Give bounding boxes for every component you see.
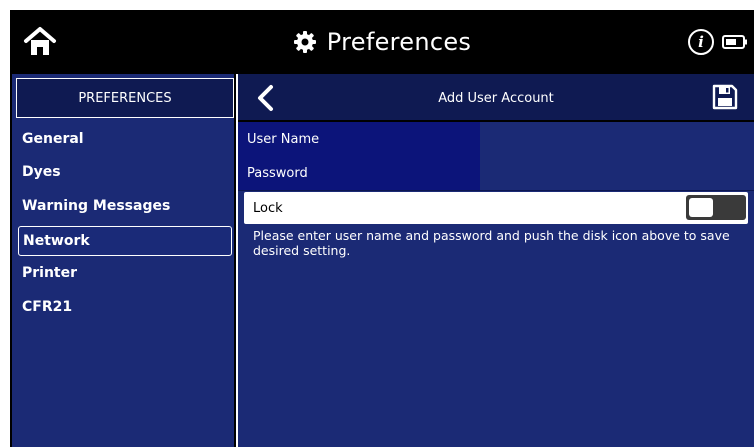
- page-title: Preferences: [326, 28, 472, 56]
- panel-title: Add User Account: [438, 90, 554, 106]
- user-name-row: User Name: [238, 122, 754, 157]
- user-name-label: User Name: [238, 122, 480, 156]
- floppy-disk-icon[interactable]: [712, 84, 738, 110]
- toggle-knob: [689, 198, 713, 217]
- sidebar-item-network[interactable]: Network: [18, 226, 232, 256]
- password-label: Password: [238, 156, 480, 190]
- panel-header: Add User Account: [238, 74, 754, 122]
- user-name-input[interactable]: [480, 122, 754, 156]
- sidebar-item-printer[interactable]: Printer: [18, 258, 232, 288]
- password-row: Password: [238, 156, 754, 191]
- battery-icon: [722, 35, 747, 49]
- sidebar-item-cfr21[interactable]: CFR21: [18, 292, 232, 322]
- lock-row: Lock: [244, 192, 748, 224]
- page-header: Preferences: [10, 10, 754, 74]
- sidebar-item-dyes[interactable]: Dyes: [18, 157, 232, 187]
- lock-toggle[interactable]: [686, 195, 746, 220]
- top-bar: Preferences i: [10, 10, 754, 74]
- info-icon: i: [698, 33, 704, 51]
- lock-label: Lock: [253, 200, 283, 216]
- password-input[interactable]: [480, 156, 754, 190]
- instruction-text: Please enter user name and password and …: [253, 228, 730, 258]
- gear-icon: [293, 31, 316, 53]
- info-button[interactable]: i: [688, 29, 714, 55]
- sidebar-item-warning-messages[interactable]: Warning Messages: [18, 191, 232, 221]
- sidebar: PREFERENCES General Dyes Warning Message…: [10, 74, 236, 447]
- sidebar-header: PREFERENCES: [16, 78, 234, 118]
- sidebar-item-general[interactable]: General: [18, 124, 232, 154]
- main-panel: Add User Account User Name Password Lock…: [238, 74, 754, 447]
